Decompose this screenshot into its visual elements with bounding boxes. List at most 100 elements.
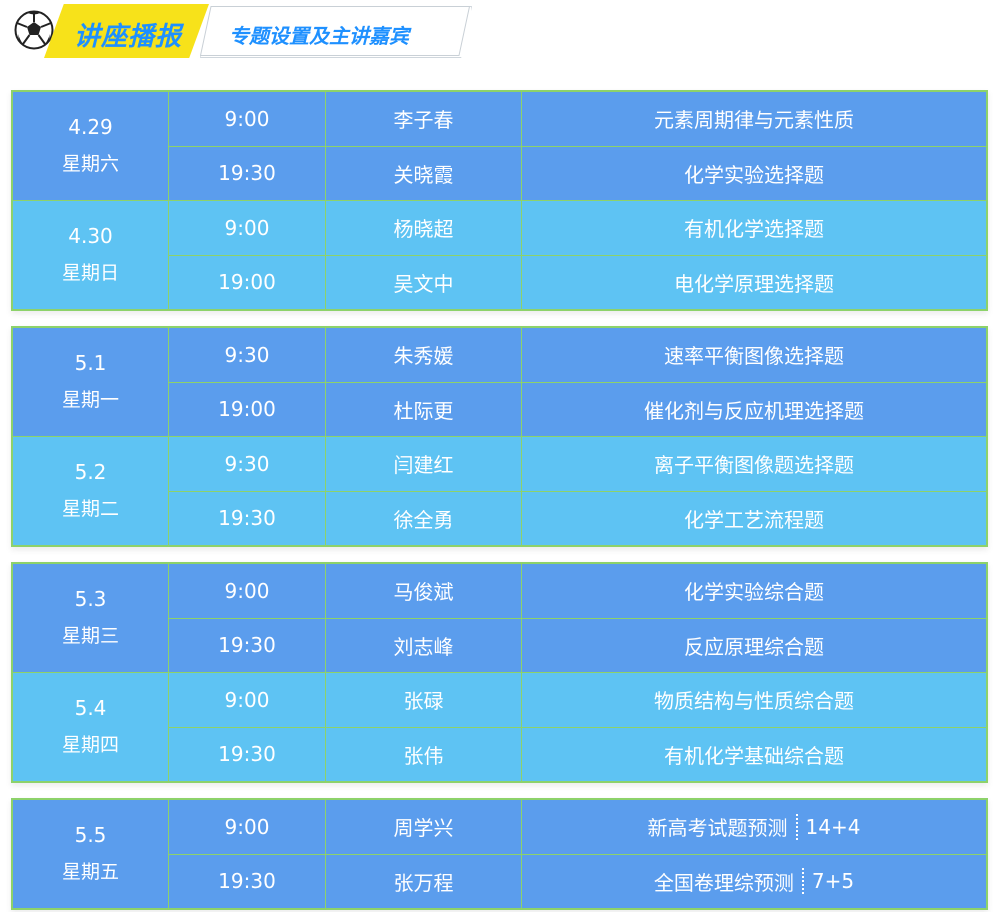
topic-title: 化学工艺流程题 <box>684 507 824 532</box>
table-row: 9:00 周学兴 新高考试题预测 14+4 <box>169 800 986 854</box>
table-row: 19:30 张万程 全国卷理综预测 7+5 <box>169 853 986 909</box>
speaker-name: 张万程 <box>326 854 522 908</box>
date-label: 5.1 <box>74 351 107 375</box>
day-block: 5.4 星期四 9:00 张碌 物质结构与性质综合题 19:30 张伟 有机化学基础综合题 <box>13 673 986 781</box>
table-row: 9:00 张碌 物质结构与性质综合题 <box>169 673 986 727</box>
topic-cell: 化学实验综合题 <box>522 564 986 618</box>
speaker-name: 李子春 <box>326 92 522 146</box>
speaker-name: 徐全勇 <box>326 491 522 545</box>
date-label: 5.4 <box>74 696 107 720</box>
schedule-group: 5.3 星期三 9:00 马俊斌 化学实验综合题 19:30 刘志峰 反应原理综合题 5.4 星期… <box>11 562 988 783</box>
topic-cell: 速率平衡图像选择题 <box>522 328 986 382</box>
schedule-group: 5.1 星期一 9:30 朱秀媛 速率平衡图像选择题 19:00 杜际更 催化剂与反应机理选择… <box>11 326 988 547</box>
topic-title: 化学实验选择题 <box>684 162 824 187</box>
topic-title: 有机化学基础综合题 <box>664 743 844 768</box>
date-cell: 5.3 星期三 <box>13 564 169 672</box>
speaker-name: 张碌 <box>326 673 522 727</box>
session-time: 19:30 <box>169 727 326 781</box>
session-time: 19:30 <box>169 146 326 200</box>
session-time: 19:30 <box>169 618 326 672</box>
weekday-label: 星期四 <box>61 734 119 756</box>
session-time: 9:00 <box>169 673 326 727</box>
speaker-name: 朱秀媛 <box>326 328 522 382</box>
dotted-separator <box>801 868 804 895</box>
topic-title: 化学实验综合题 <box>684 580 824 605</box>
soccer-ball-icon <box>14 10 54 50</box>
session-time: 9:00 <box>169 201 326 255</box>
tag-primary: 讲座播报 <box>44 4 209 58</box>
topic-title: 速率平衡图像选择题 <box>664 344 844 369</box>
topic-cell: 全国卷理综预测 7+5 <box>522 855 986 909</box>
session-time: 9:30 <box>169 328 326 382</box>
date-cell: 5.4 星期四 <box>13 673 169 781</box>
session-time: 9:00 <box>169 800 326 854</box>
session-time: 9:30 <box>169 437 326 491</box>
topic-cell: 化学工艺流程题 <box>522 492 986 546</box>
date-label: 4.30 <box>68 224 113 248</box>
tag-secondary: 专题设置及主讲嘉宾 <box>200 6 472 58</box>
speaker-name: 刘志峰 <box>326 618 522 672</box>
session-time: 9:00 <box>169 564 326 618</box>
topic-cell: 有机化学选择题 <box>522 201 986 255</box>
date-label: 5.5 <box>74 823 107 847</box>
dotted-separator <box>795 813 798 840</box>
table-row: 19:30 徐全勇 化学工艺流程题 <box>169 490 986 546</box>
date-cell: 5.2 星期二 <box>13 437 169 545</box>
table-row: 19:00 吴文中 电化学原理选择题 <box>169 254 986 310</box>
date-label: 4.29 <box>68 115 113 139</box>
date-cell: 4.30 星期日 <box>13 201 169 309</box>
date-cell: 4.29 星期六 <box>13 92 169 200</box>
session-time: 19:30 <box>169 854 326 908</box>
day-block: 4.29 星期六 9:00 李子春 元素周期律与元素性质 19:30 关晓霞 化学实验选择题 <box>13 92 986 201</box>
topic-title: 有机化学选择题 <box>684 217 824 242</box>
topic-suffix: 7+5 <box>811 869 855 894</box>
weekday-label: 星期一 <box>61 389 119 411</box>
topic-title: 反应原理综合题 <box>684 634 824 659</box>
topic-cell: 催化剂与反应机理选择题 <box>522 383 986 437</box>
topic-cell: 化学实验选择题 <box>522 147 986 201</box>
day-block: 5.2 星期二 9:30 闫建红 离子平衡图像题选择题 19:30 徐全勇 化学工艺流程题 <box>13 437 986 545</box>
date-cell: 5.5 星期五 <box>13 800 169 908</box>
speaker-name: 杜际更 <box>326 382 522 436</box>
session-time: 9:00 <box>169 92 326 146</box>
speaker-name: 杨晓超 <box>326 201 522 255</box>
table-row: 19:30 关晓霞 化学实验选择题 <box>169 145 986 201</box>
table-row: 19:30 刘志峰 反应原理综合题 <box>169 617 986 673</box>
section-header: 讲座播报 专题设置及主讲嘉宾 <box>0 0 999 70</box>
session-time: 19:00 <box>169 255 326 309</box>
weekday-label: 星期五 <box>61 861 119 883</box>
topic-title: 离子平衡图像题选择题 <box>654 453 854 478</box>
speaker-name: 马俊斌 <box>326 564 522 618</box>
schedule-group: 5.5 星期五 9:00 周学兴 新高考试题预测 14+4 19:30 张万程 全国卷理综预测 7… <box>11 798 988 910</box>
speaker-name: 张伟 <box>326 727 522 781</box>
session-time: 19:30 <box>169 491 326 545</box>
topic-cell: 有机化学基础综合题 <box>522 728 986 782</box>
date-label: 5.3 <box>74 587 107 611</box>
weekday-label: 星期六 <box>61 153 119 175</box>
weekday-label: 星期三 <box>61 625 119 647</box>
weekday-label: 星期二 <box>61 498 119 520</box>
topic-title: 物质结构与性质综合题 <box>654 689 854 714</box>
speaker-name: 闫建红 <box>326 437 522 491</box>
date-label: 5.2 <box>74 460 107 484</box>
topic-cell: 反应原理综合题 <box>522 619 986 673</box>
weekday-label: 星期日 <box>61 262 119 284</box>
day-block: 5.1 星期一 9:30 朱秀媛 速率平衡图像选择题 19:00 杜际更 催化剂与反应机理选择… <box>13 328 986 437</box>
session-time: 19:00 <box>169 382 326 436</box>
speaker-name: 周学兴 <box>326 800 522 854</box>
topic-cell: 物质结构与性质综合题 <box>522 673 986 727</box>
topic-cell: 元素周期律与元素性质 <box>522 92 986 146</box>
topic-title: 元素周期律与元素性质 <box>654 108 854 133</box>
schedule-group: 4.29 星期六 9:00 李子春 元素周期律与元素性质 19:30 关晓霞 化学实验选择题 4… <box>11 90 988 311</box>
table-row: 9:00 马俊斌 化学实验综合题 <box>169 564 986 618</box>
topic-title: 电化学原理选择题 <box>674 271 834 296</box>
topic-cell: 电化学原理选择题 <box>522 256 986 310</box>
day-block: 5.5 星期五 9:00 周学兴 新高考试题预测 14+4 19:30 张万程 全国卷理综预测 7… <box>13 800 986 908</box>
topic-cell: 新高考试题预测 14+4 <box>522 800 986 854</box>
topic-title: 新高考试题预测 <box>647 816 788 841</box>
table-row: 19:00 杜际更 催化剂与反应机理选择题 <box>169 381 986 437</box>
table-row: 9:30 朱秀媛 速率平衡图像选择题 <box>169 328 986 382</box>
table-row: 9:00 李子春 元素周期律与元素性质 <box>169 92 986 146</box>
tag-secondary-label: 专题设置及主讲嘉宾 <box>229 24 409 48</box>
date-cell: 5.1 星期一 <box>13 328 169 436</box>
